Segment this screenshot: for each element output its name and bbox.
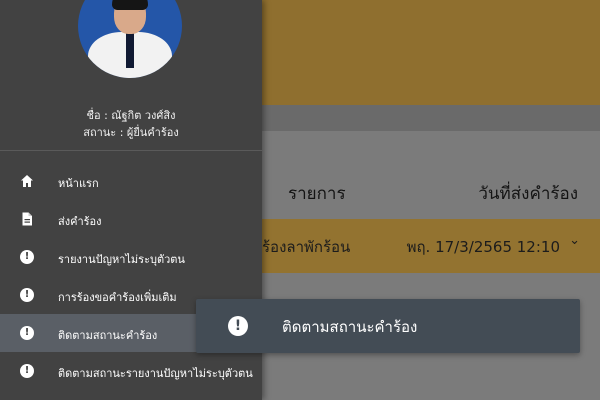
menu-item-label: หน้าแรก	[58, 177, 99, 190]
menu-item-label: ติดตามสถานะรายงานปัญหาไม่ระบุตัวตน	[58, 367, 253, 380]
chevron-down-icon[interactable]: ⌄	[569, 233, 580, 248]
menu-item-home[interactable]: หน้าแรก	[0, 162, 262, 200]
alert-icon: !	[20, 326, 34, 340]
avatar-hair	[112, 0, 148, 10]
profile-name: ชื่อ : ณัฐกิต วงศ์สิง	[86, 109, 176, 122]
menu-item-label: ติดตามสถานะคำร้อง	[58, 329, 158, 342]
avatar-tie	[126, 32, 134, 68]
column-header-date: วันที่ส่งคำร้อง	[478, 184, 578, 204]
menu-item-send-request[interactable]: ส่งคำร้อง	[0, 200, 262, 238]
tooltip-label: ติดตามสถานะคำร้อง	[282, 318, 418, 336]
document-icon	[22, 212, 32, 226]
alert-icon: !	[20, 250, 34, 264]
menu-item-label: รายงานปัญหาไม่ระบุตัวตน	[58, 253, 185, 266]
alert-icon: !	[20, 288, 34, 302]
menu-tooltip[interactable]: ! ติดตามสถานะคำร้อง	[196, 299, 580, 353]
alert-icon: !	[228, 316, 248, 336]
menu-item-label: ส่งคำร้อง	[58, 215, 102, 228]
drawer-menu: หน้าแรก ส่งคำร้อง ! รายงานปัญหาไม่ระบุตั…	[0, 162, 262, 390]
row-request-type: ร้องลาพักร้อน	[262, 238, 351, 256]
column-header-type: รายการ	[288, 184, 346, 204]
menu-item-anonymous-report[interactable]: ! รายงานปัญหาไม่ระบุตัวตน	[0, 238, 262, 276]
alert-icon: !	[20, 364, 34, 378]
menu-item-track-anonymous-report[interactable]: ! ติดตามสถานะรายงานปัญหาไม่ระบุตัวตน	[0, 352, 262, 390]
menu-item-label: การร้องขอคำร้องเพิ่มเติม	[58, 291, 177, 304]
home-icon	[21, 175, 33, 187]
drawer-divider	[0, 150, 262, 151]
row-request-date: พฤ. 17/3/2565 12:10	[406, 238, 560, 256]
table-header: รายการ วันที่ส่งคำร้อง	[262, 160, 600, 218]
profile-status: สถานะ : ผู้ยื่นคำร้อง	[83, 126, 179, 139]
avatar	[78, 0, 182, 78]
table-row[interactable]: ร้องลาพักร้อน พฤ. 17/3/2565 12:10 ⌄	[262, 219, 600, 273]
